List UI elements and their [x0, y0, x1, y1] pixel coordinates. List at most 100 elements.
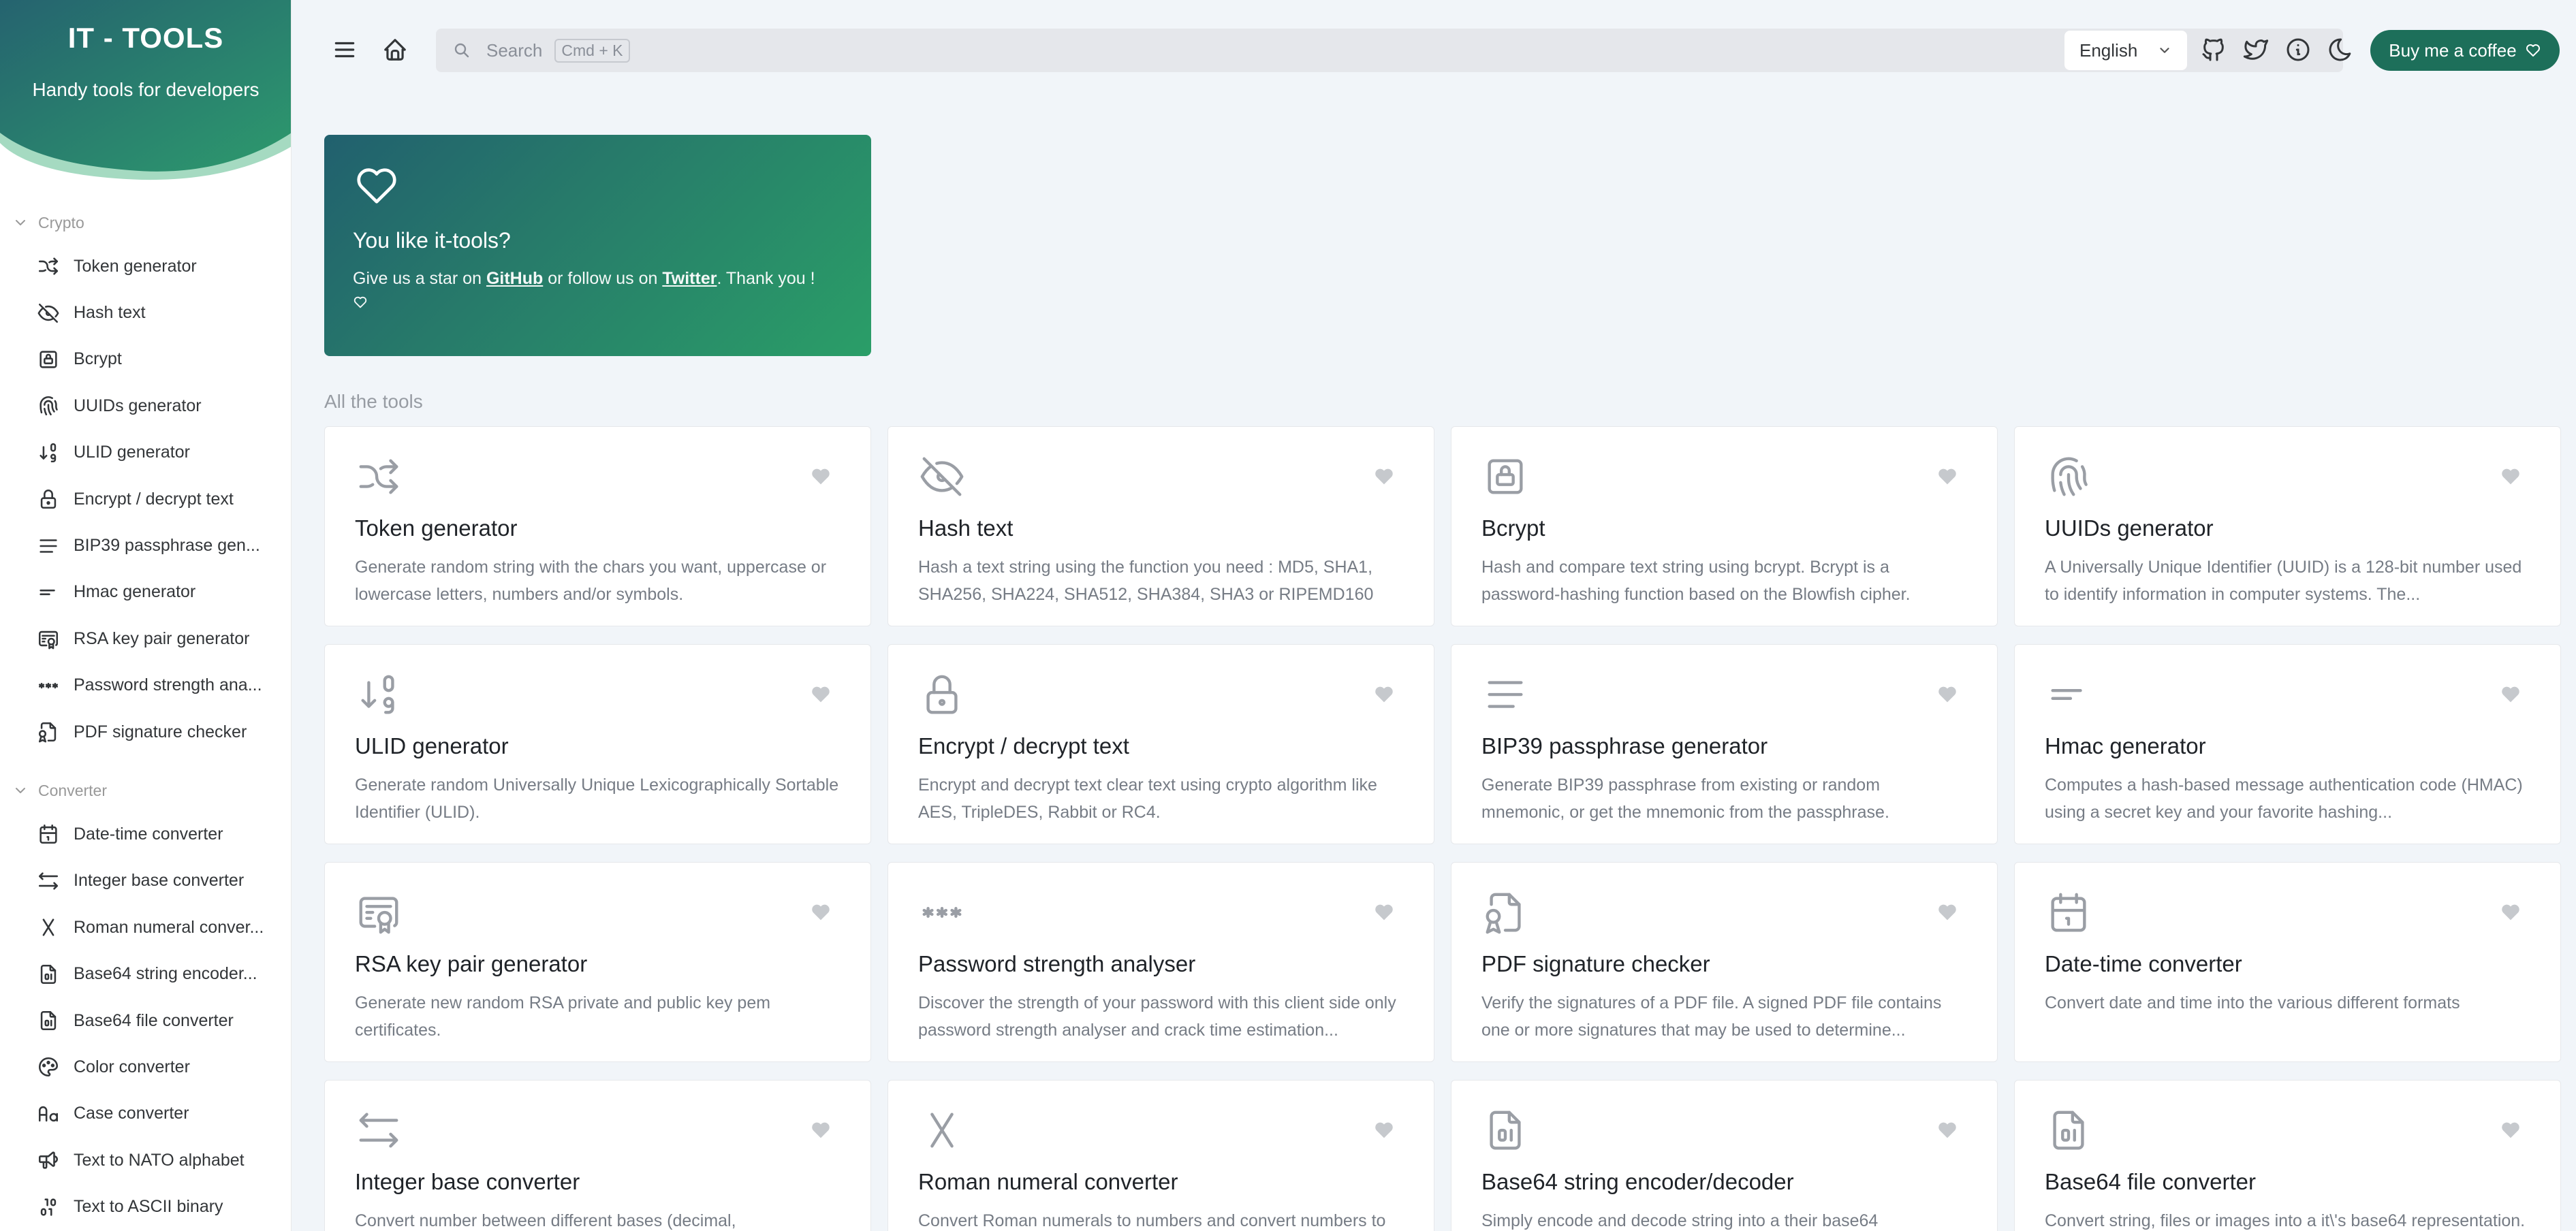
- tool-card[interactable]: Date-time converter Convert date and time…: [2014, 862, 2561, 1062]
- fingerprint-icon: [2051, 457, 2088, 496]
- sidebar-item[interactable]: RSA key pair generator: [0, 616, 291, 662]
- sidebar-item[interactable]: Encrypt / decrypt text: [0, 476, 291, 522]
- buy-me-a-coffee-label: Buy me a coffee: [2389, 39, 2517, 61]
- favorite-heart-icon[interactable]: [809, 901, 832, 924]
- favorite-heart-icon[interactable]: [1372, 1119, 1396, 1142]
- tool-card-title: Base64 file converter: [2045, 1169, 2257, 1194]
- favorite-heart-icon[interactable]: [2499, 465, 2522, 488]
- sidebar-item[interactable]: Base64 string encoder...: [0, 950, 291, 997]
- language-select[interactable]: English: [2064, 31, 2187, 70]
- tool-card-description: Hash and compare text string using bcryp…: [1481, 558, 1911, 604]
- sidebar-item[interactable]: UUIDs generator: [0, 383, 291, 429]
- favorite-heart-icon[interactable]: [2499, 683, 2522, 706]
- favorite-heart-icon[interactable]: [1372, 901, 1396, 924]
- file-certificate-icon: [1486, 893, 1521, 934]
- favorite-heart-icon[interactable]: [1372, 465, 1396, 488]
- sidebar-item[interactable]: Text to NATO alphabet: [0, 1137, 291, 1183]
- tool-card[interactable]: Integer base converter Convert number bet…: [324, 1080, 871, 1231]
- tool-card[interactable]: Roman numeral converter Convert Roman num…: [888, 1080, 1434, 1231]
- tool-card-title: Bcrypt: [1481, 515, 1545, 541]
- tool-card[interactable]: ULID generator Generate random Universall…: [324, 644, 871, 844]
- search-bar[interactable]: Search Cmd + K: [436, 29, 2343, 72]
- promo-text: Give us a star on GitHub or follow us on…: [353, 266, 843, 317]
- sidebar-item[interactable]: Date-time converter: [0, 811, 291, 857]
- sidebar-item-icon: [37, 720, 60, 744]
- about-button[interactable]: [2279, 31, 2317, 69]
- favorite-heart-icon[interactable]: [2499, 901, 2522, 924]
- favorite-heart-icon[interactable]: [809, 1119, 832, 1142]
- tool-card[interactable]: PDF signature checker Verify the signatur…: [1451, 862, 1998, 1062]
- tool-card[interactable]: Password strength analyser Discover the s…: [888, 862, 1434, 1062]
- favorite-heart-icon[interactable]: [1936, 465, 1959, 488]
- tool-card[interactable]: UUIDs generator A Universally Unique Iden…: [2014, 426, 2561, 626]
- tool-card[interactable]: Hmac generator Computes a hash-based mess…: [2014, 644, 2561, 844]
- theme-toggle-button[interactable]: [2321, 31, 2359, 69]
- promo-title: You like it-tools?: [353, 228, 511, 253]
- heart-icon: [357, 168, 396, 204]
- tool-card[interactable]: Hash text Hash a text string using the fu…: [888, 426, 1434, 626]
- tool-card-icon: [918, 889, 966, 936]
- tool-card[interactable]: Base64 string encoder/decoder Simply enco…: [1451, 1080, 1998, 1231]
- promo-text-middle: or follow us on: [543, 269, 663, 288]
- promo-twitter-link[interactable]: Twitter: [662, 269, 717, 288]
- sidebar-item-label: RSA key pair generator: [74, 628, 250, 648]
- tool-card-icon: [2045, 889, 2092, 936]
- favorite-heart-icon[interactable]: [809, 683, 832, 706]
- tool-card[interactable]: Token generator Generate random string wi…: [324, 426, 871, 626]
- sidebar-group-1[interactable]: Converter: [0, 770, 291, 811]
- search-icon: [454, 43, 469, 58]
- sidebar-item-icon: [37, 441, 60, 464]
- sidebar-item-label: Case converter: [74, 1104, 189, 1123]
- github-link[interactable]: [2195, 31, 2233, 69]
- tool-card[interactable]: Encrypt / decrypt text Encrypt and decryp…: [888, 644, 1434, 844]
- sidebar-item[interactable]: Hmac generator: [0, 569, 291, 616]
- favorite-heart-icon[interactable]: [1936, 1119, 1959, 1142]
- sidebar-item-label: Encrypt / decrypt text: [74, 489, 234, 509]
- file-digit-icon: [1490, 1110, 1521, 1150]
- tool-card[interactable]: RSA key pair generator Generate new rando…: [324, 862, 871, 1062]
- sidebar-item[interactable]: Password strength ana...: [0, 662, 291, 709]
- tool-card-description: Generate random string with the chars yo…: [355, 558, 827, 604]
- favorite-heart-icon[interactable]: [2499, 1119, 2522, 1142]
- sidebar-item[interactable]: Text to ASCII binary: [0, 1183, 291, 1230]
- favorite-heart-icon[interactable]: [1372, 683, 1396, 706]
- favorite-heart-icon[interactable]: [809, 465, 832, 488]
- favorite-heart-icon[interactable]: [1936, 683, 1959, 706]
- tool-card[interactable]: Bcrypt Hash and compare text string using…: [1451, 426, 1998, 626]
- palette-icon: [38, 1057, 59, 1077]
- sidebar-hero[interactable]: IT - TOOLS Handy tools for developers: [0, 0, 291, 187]
- promo-github-link[interactable]: GitHub: [486, 269, 543, 288]
- tool-card-title: Token generator: [355, 515, 518, 541]
- arrows-left-right-icon: [359, 1113, 398, 1148]
- sidebar-item[interactable]: Bcrypt: [0, 336, 291, 383]
- chevron-down-icon: [16, 220, 25, 225]
- sidebar-item[interactable]: Color converter: [0, 1044, 291, 1090]
- sidebar-group-0[interactable]: Crypto: [0, 202, 291, 243]
- twitter-link[interactable]: [2237, 31, 2275, 69]
- sidebar-item[interactable]: Case converter: [0, 1091, 291, 1137]
- sidebar-item-icon: [37, 394, 60, 417]
- tool-card[interactable]: Base64 file converter Convert string, fil…: [2014, 1080, 2561, 1231]
- sidebar-item[interactable]: Hash text: [0, 289, 291, 336]
- sidebar-item[interactable]: BIP39 passphrase gen...: [0, 522, 291, 569]
- tool-card-title: Roman numeral converter: [918, 1169, 1178, 1194]
- sidebar-item-label: Token generator: [74, 256, 197, 276]
- buy-me-a-coffee-button[interactable]: Buy me a coffee: [2370, 30, 2560, 71]
- tool-card-icon: [1481, 1106, 1529, 1154]
- sidebar-item[interactable]: ULID generator: [0, 430, 291, 476]
- tool-card[interactable]: BIP39 passphrase generator Generate BIP39…: [1451, 644, 1998, 844]
- menu-toggle-button[interactable]: [326, 31, 364, 69]
- shuffle-icon: [38, 257, 59, 275]
- fingerprint-icon: [40, 396, 58, 416]
- tool-card-title: Hash text: [918, 515, 1014, 541]
- sidebar-item[interactable]: Integer base converter: [0, 858, 291, 904]
- home-icon: [384, 39, 406, 61]
- tool-card-icon: [2045, 453, 2092, 500]
- sidebar-item[interactable]: Roman numeral conver...: [0, 904, 291, 950]
- tool-card-description: Discover the strength of your password w…: [918, 993, 1396, 1040]
- favorite-heart-icon[interactable]: [1936, 901, 1959, 924]
- sidebar-item[interactable]: Base64 file converter: [0, 997, 291, 1044]
- home-button[interactable]: [376, 31, 414, 69]
- sidebar-item[interactable]: Token generator: [0, 243, 291, 289]
- sidebar-item[interactable]: PDF signature checker: [0, 709, 291, 755]
